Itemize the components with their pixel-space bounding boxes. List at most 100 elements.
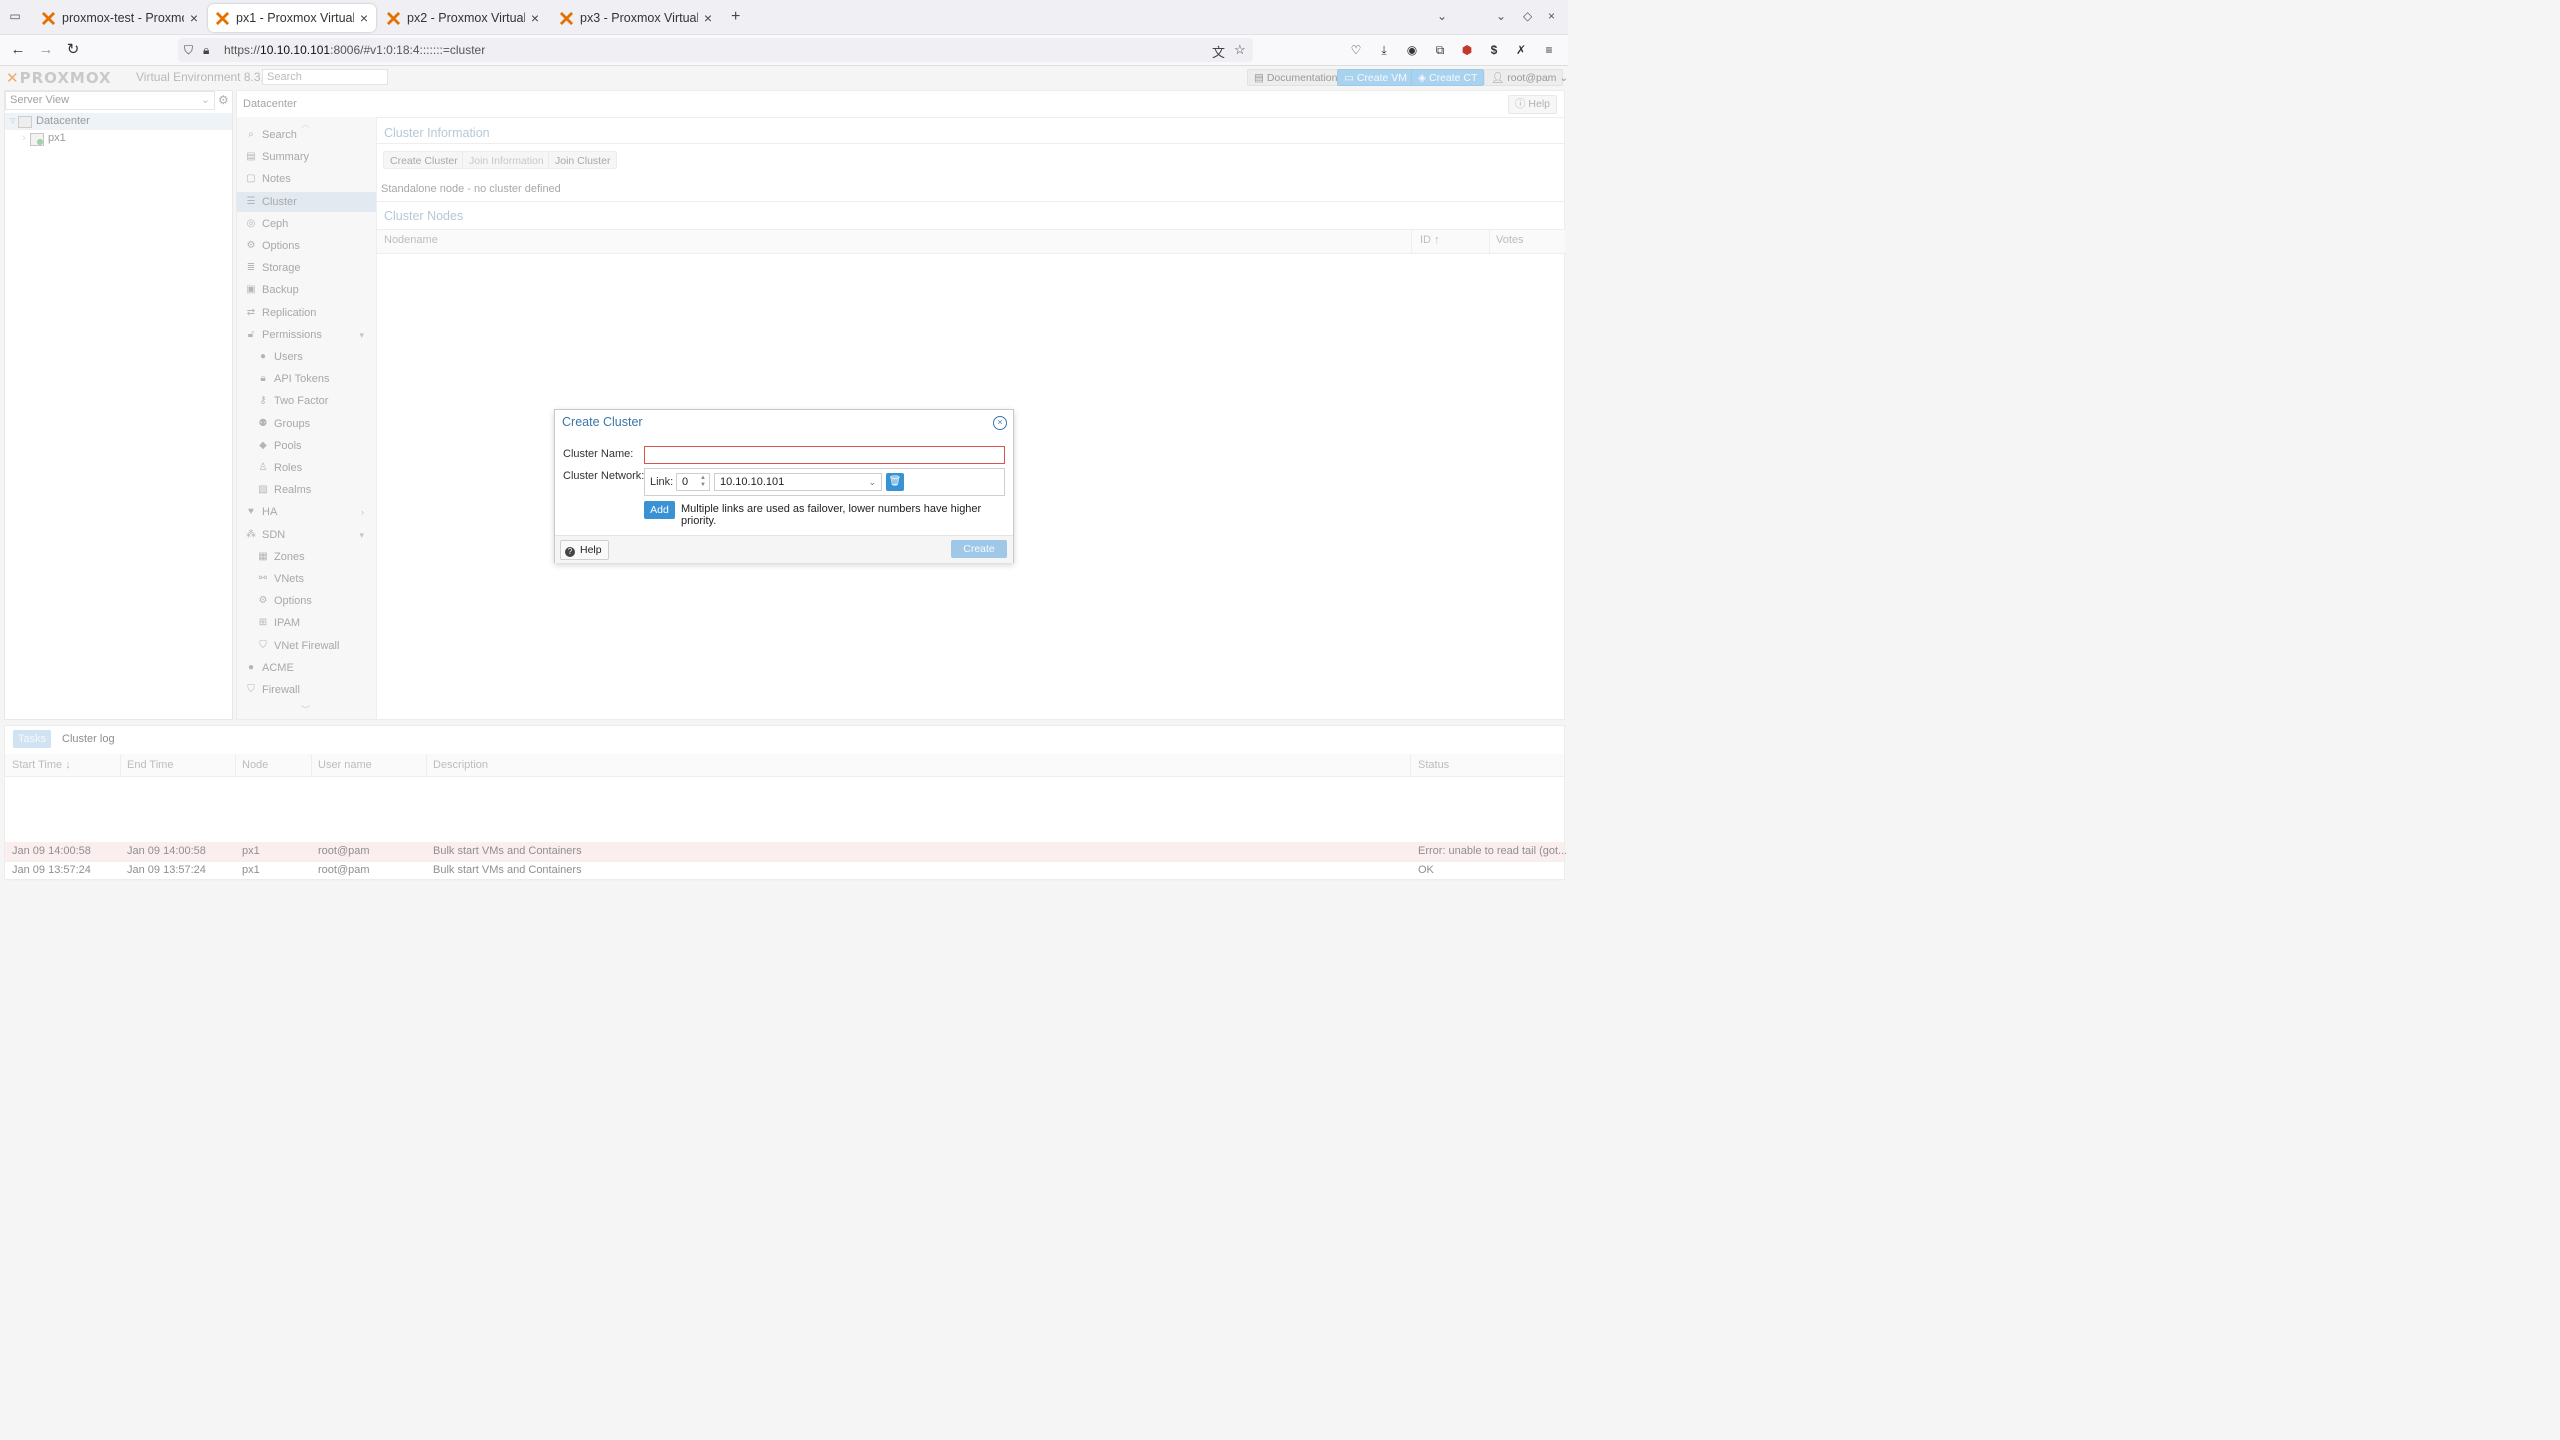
extensions-icon[interactable]: ⧉ <box>1432 42 1448 58</box>
close-tab-icon[interactable]: × <box>190 10 198 26</box>
menu-item-realms[interactable]: ▧ Realms <box>237 480 376 500</box>
forward-icon[interactable]: → <box>37 41 55 59</box>
menu-item-ceph[interactable]: ◎ Ceph <box>237 214 376 234</box>
table-row[interactable]: Jan 09 13:57:24 Jan 09 13:57:24 px1 root… <box>5 861 1564 881</box>
url-text[interactable]: https://10.10.10.101:8006/#v1:0:18:4::::… <box>224 43 485 57</box>
menu-item-summary[interactable]: ▤ Summary <box>237 147 376 167</box>
column-nodename[interactable]: Nodename <box>384 234 438 246</box>
pocket-icon[interactable]: ♡ <box>1348 42 1364 58</box>
close-icon[interactable]: × <box>993 416 1007 430</box>
scroll-down-icon[interactable]: ﹀ <box>301 703 310 716</box>
download-icon[interactable]: ⤓ <box>1376 42 1392 58</box>
expand-arrow-icon[interactable]: › <box>22 130 26 147</box>
tree-item-px1[interactable]: › px1 <box>5 130 232 147</box>
browser-tab-px1[interactable]: px1 - Proxmox Virtual Envir × <box>208 4 376 32</box>
tab-overflow-chevron-icon[interactable]: ⌄ <box>1437 9 1447 23</box>
column-description[interactable]: Description <box>433 759 488 771</box>
translate-icon[interactable]: 文 <box>1212 42 1225 61</box>
header-search-input[interactable]: Search <box>262 69 388 85</box>
hamburger-menu-icon[interactable]: ≡ <box>1541 42 1557 58</box>
tree-item-datacenter[interactable]: ▿ Datacenter <box>5 113 232 130</box>
link-address-select[interactable]: 10.10.10.101 ⌄ <box>714 473 882 491</box>
documentation-button[interactable]: ▤ Documentation <box>1247 69 1345 86</box>
menu-item-storage[interactable]: ≣ Storage <box>237 258 376 278</box>
link-number-stepper[interactable]: 0 ▲ ▼ <box>676 473 710 491</box>
wand-extension-icon[interactable]: ✗ <box>1513 42 1529 58</box>
menu-item-ipam[interactable]: ⊞ IPAM <box>237 613 376 633</box>
column-end-time[interactable]: End Time <box>127 759 173 771</box>
new-tab-icon[interactable]: + <box>731 9 740 25</box>
column-node[interactable]: Node <box>242 759 268 771</box>
window-close-icon[interactable]: × <box>1548 9 1555 23</box>
expand-arrow-icon[interactable]: ▾ <box>359 325 364 345</box>
browser-tab-px2[interactable]: px2 - Proxmox Virtual Envir × <box>379 4 547 32</box>
table-row[interactable]: Jan 09 14:00:58 Jan 09 14:00:58 px1 root… <box>5 842 1567 862</box>
column-id[interactable]: ID ↑ <box>1420 234 1440 246</box>
create-ct-button[interactable]: ◈ Create CT <box>1411 69 1485 86</box>
expand-arrow-icon[interactable]: › <box>361 502 364 522</box>
menu-item-backup[interactable]: ▣ Backup <box>237 280 376 300</box>
browser-tab-proxmox-test[interactable]: proxmox-test - Proxmox Vi × <box>34 4 206 32</box>
expand-arrow-icon[interactable]: ▾ <box>359 525 364 545</box>
collapse-arrow-icon[interactable]: ▿ <box>10 113 16 130</box>
close-tab-icon[interactable]: × <box>531 10 539 26</box>
create-button[interactable]: Create <box>951 540 1007 558</box>
menu-item-notes[interactable]: ▢ Notes <box>237 169 376 189</box>
gear-icon[interactable]: ⚙ <box>218 93 229 107</box>
cell-start-time: Jan 09 14:00:58 <box>12 845 91 857</box>
menu-item-zones[interactable]: ▦ Zones <box>237 547 376 567</box>
menu-item-permissions[interactable]: 🔓︎ Permissions ▾ <box>237 325 376 345</box>
delete-link-button[interactable]: 🗑︎ <box>886 473 904 491</box>
back-icon[interactable]: ← <box>9 41 27 59</box>
spinner-arrows-icon[interactable]: ▲ ▼ <box>700 475 706 489</box>
create-vm-button[interactable]: ▭ Create VM <box>1337 69 1415 86</box>
menu-item-vnet-firewall[interactable]: ⛉ VNet Firewall <box>237 636 376 656</box>
join-cluster-button[interactable]: Join Cluster <box>548 151 618 169</box>
menu-item-pools[interactable]: ◆ Pools <box>237 436 376 456</box>
close-tab-icon[interactable]: × <box>360 10 368 26</box>
minimize-chevron-icon[interactable]: ⌄ <box>1496 9 1506 23</box>
bookmark-star-icon[interactable]: ☆ <box>1234 42 1246 58</box>
menu-item-ha[interactable]: ♥ HA › <box>237 502 376 522</box>
reload-icon[interactable]: ↻ <box>64 41 82 59</box>
browser-tab-px3[interactable]: px3 - Proxmox Virtual Envir × <box>552 4 720 32</box>
url-bar[interactable]: ⛉ 🔒︎ https://10.10.10.101:8006/#v1:0:18:… <box>178 38 1253 62</box>
menu-item-acme[interactable]: ● ACME <box>237 658 376 678</box>
menu-item-search[interactable]: ⌕ Search <box>237 125 376 145</box>
close-tab-icon[interactable]: × <box>704 10 712 26</box>
lock-icon[interactable]: 🔒︎ <box>203 43 209 58</box>
tab-cluster-log[interactable]: Cluster log <box>57 730 120 748</box>
diamond-icon[interactable]: ◇ <box>1523 9 1532 23</box>
user-menu-button[interactable]: 👤︎ root@pam ⌄ <box>1484 69 1568 86</box>
cluster-name-input[interactable] <box>644 446 1005 464</box>
question-icon: ⓘ <box>1514 98 1529 110</box>
menu-item-replication[interactable]: ⇄ Replication <box>237 303 376 323</box>
create-cluster-button[interactable]: Create Cluster <box>383 151 465 169</box>
dollar-extension-icon[interactable]: $ <box>1486 42 1502 58</box>
dialog-help-button[interactable]: ? Help <box>560 540 609 560</box>
column-user-name[interactable]: User name <box>318 759 372 771</box>
menu-item-api-tokens[interactable]: 🔒︎ API Tokens <box>237 369 376 389</box>
tab-list-icon[interactable]: ▭ <box>8 9 22 23</box>
help-button[interactable]: ⓘ Help <box>1507 95 1557 114</box>
account-icon[interactable]: ◉ <box>1404 42 1420 58</box>
column-start-time[interactable]: Start Time ↓ <box>12 759 71 771</box>
menu-item-sdn[interactable]: ⁂ SDN ▾ <box>237 525 376 545</box>
menu-item-users[interactable]: ● Users <box>237 347 376 367</box>
column-votes[interactable]: Votes <box>1496 234 1524 246</box>
column-status[interactable]: Status <box>1418 759 1449 771</box>
tab-tasks[interactable]: Tasks <box>13 730 52 748</box>
server-view-select[interactable]: Server View ⌄ <box>5 91 215 110</box>
menu-item-cluster[interactable]: ☰ Cluster <box>237 191 376 212</box>
shield-icon[interactable]: ⛉ <box>184 43 193 58</box>
menu-item-vnets[interactable]: ⚯ VNets <box>237 569 376 589</box>
menu-item-options[interactable]: ⚙ Options <box>237 591 376 611</box>
ublock-icon[interactable]: ⬢ <box>1459 42 1475 58</box>
menu-item-firewall[interactable]: ⛉ Firewall <box>237 680 376 700</box>
join-information-button[interactable]: Join Information <box>462 151 551 169</box>
menu-item-roles[interactable]: ♙ Roles <box>237 458 376 478</box>
menu-item-two-factor[interactable]: ⚷ Two Factor <box>237 391 376 411</box>
menu-item-options[interactable]: ⚙ Options <box>237 236 376 256</box>
add-link-button[interactable]: Add <box>644 501 675 519</box>
menu-item-groups[interactable]: ⚉ Groups <box>237 414 376 434</box>
